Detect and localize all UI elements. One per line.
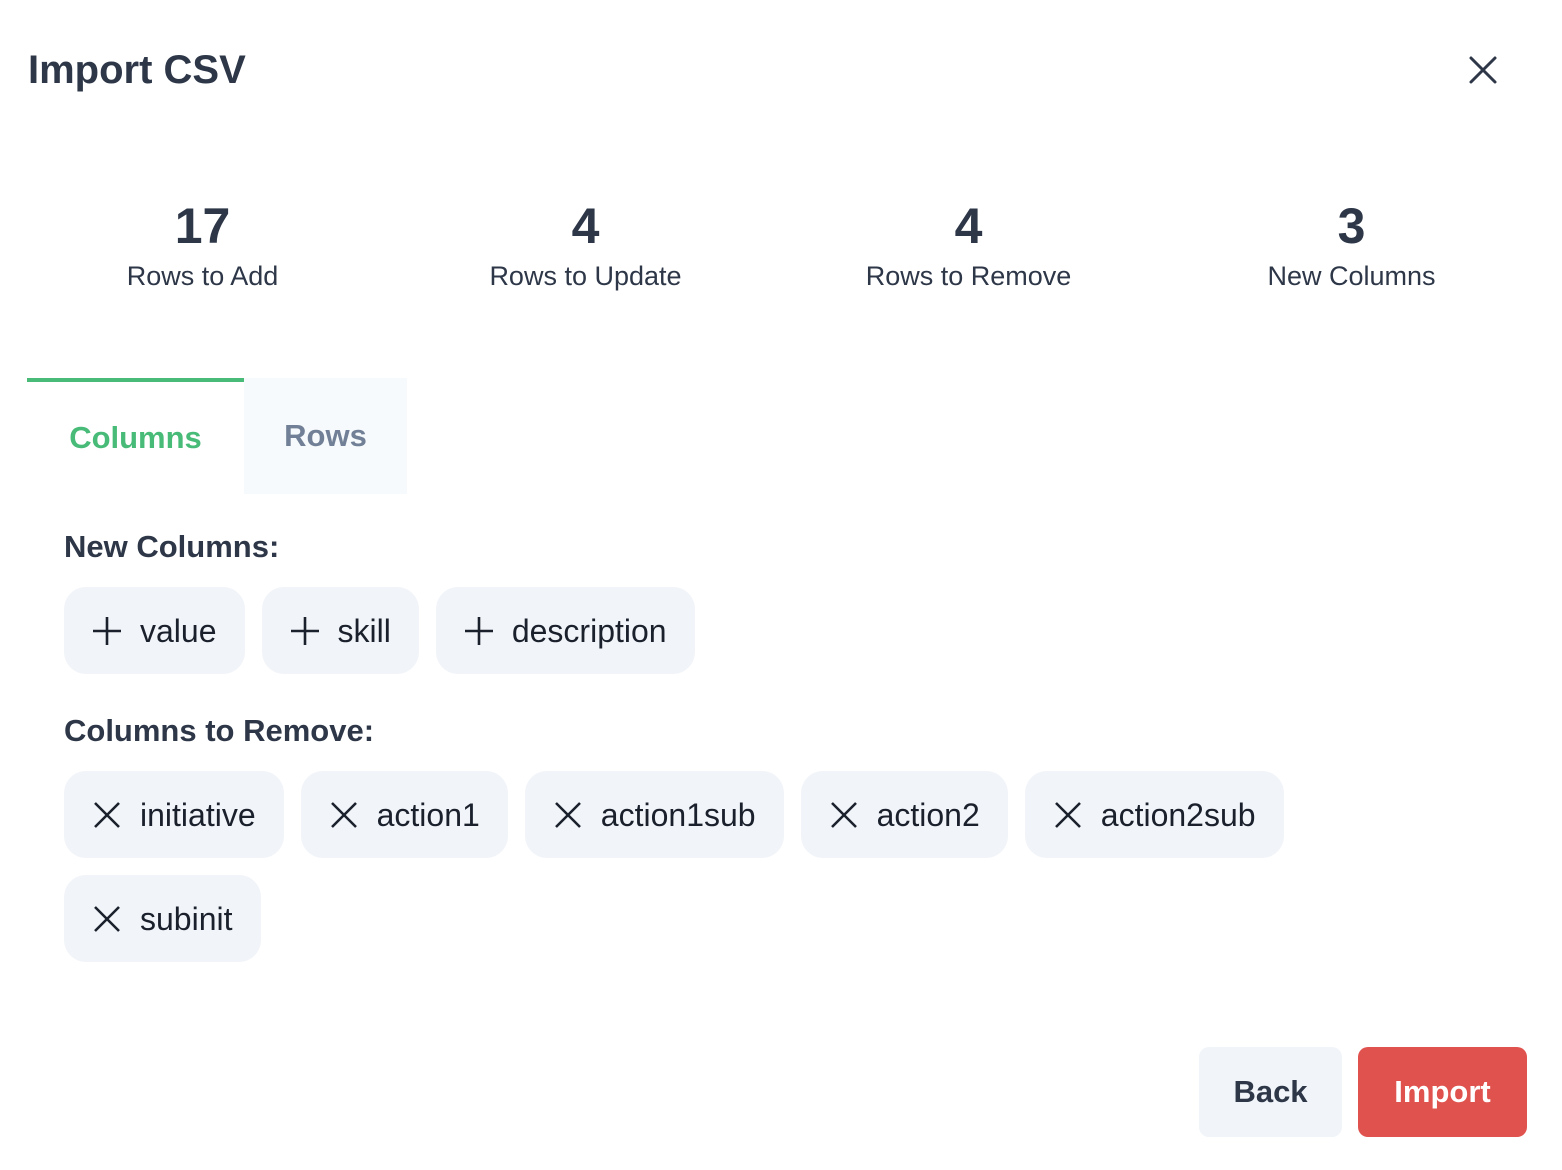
stat-rows-to-add: 17 Rows to Add bbox=[11, 196, 394, 294]
chip-label: action1sub bbox=[600, 796, 756, 833]
close-icon bbox=[1469, 56, 1497, 84]
stat-label: Rows to Remove bbox=[865, 261, 1072, 291]
plus-icon bbox=[290, 616, 320, 646]
plus-icon bbox=[464, 616, 494, 646]
stat-label: New Columns bbox=[1267, 261, 1436, 291]
stat-rows-to-update: 4 Rows to Update bbox=[394, 196, 777, 294]
close-button[interactable] bbox=[1460, 47, 1506, 93]
tab-rows[interactable]: Rows bbox=[244, 378, 407, 494]
x-icon bbox=[1053, 800, 1083, 830]
stat-label: Rows to Update bbox=[489, 261, 682, 291]
remove-column-chip-initiative[interactable]: initiative bbox=[64, 771, 284, 858]
x-icon bbox=[329, 800, 359, 830]
remove-column-chip-action2[interactable]: action2 bbox=[800, 771, 1008, 858]
x-icon bbox=[553, 800, 583, 830]
chip-label: subinit bbox=[140, 900, 233, 937]
columns-to-remove-heading: Columns to Remove: bbox=[64, 713, 375, 748]
tab-columns[interactable]: Columns bbox=[27, 378, 244, 494]
new-columns-list: value skill description bbox=[64, 587, 695, 674]
new-column-chip-value[interactable]: value bbox=[64, 587, 245, 674]
import-csv-modal: Import CSV 17 Rows to Add 4 Rows to Upda… bbox=[0, 0, 1562, 1170]
remove-column-chip-action1[interactable]: action1 bbox=[300, 771, 508, 858]
tab-bar: Columns Rows bbox=[27, 378, 407, 494]
x-icon bbox=[92, 800, 122, 830]
remove-column-chip-action2sub[interactable]: action2sub bbox=[1024, 771, 1284, 858]
chip-label: action2 bbox=[876, 796, 980, 833]
chip-label: value bbox=[140, 612, 217, 649]
chip-label: skill bbox=[337, 612, 391, 649]
import-summary-stats: 17 Rows to Add 4 Rows to Update 4 Rows t… bbox=[11, 196, 1543, 294]
chip-label: action2sub bbox=[1100, 796, 1256, 833]
new-column-chip-description[interactable]: description bbox=[435, 587, 695, 674]
chip-label: action1 bbox=[376, 796, 480, 833]
remove-column-chip-subinit[interactable]: subinit bbox=[64, 875, 261, 962]
stat-value: 3 bbox=[1337, 198, 1366, 254]
columns-to-remove-list: initiative action1 action1sub action2 ac… bbox=[64, 771, 1324, 962]
back-button[interactable]: Back bbox=[1199, 1047, 1342, 1137]
modal-title: Import CSV bbox=[28, 48, 246, 92]
stat-value: 4 bbox=[571, 198, 600, 254]
stat-label: Rows to Add bbox=[126, 261, 279, 291]
new-column-chip-skill[interactable]: skill bbox=[261, 587, 419, 674]
plus-icon bbox=[92, 616, 122, 646]
remove-column-chip-action1sub[interactable]: action1sub bbox=[524, 771, 784, 858]
import-button[interactable]: Import bbox=[1358, 1047, 1527, 1137]
stat-rows-to-remove: 4 Rows to Remove bbox=[777, 196, 1160, 294]
new-columns-heading: New Columns: bbox=[64, 529, 280, 564]
chip-label: description bbox=[511, 612, 667, 649]
stat-value: 17 bbox=[174, 198, 231, 254]
chip-label: initiative bbox=[140, 796, 256, 833]
stat-new-columns: 3 New Columns bbox=[1160, 196, 1543, 294]
x-icon bbox=[829, 800, 859, 830]
x-icon bbox=[92, 904, 122, 934]
stat-value: 4 bbox=[954, 198, 983, 254]
